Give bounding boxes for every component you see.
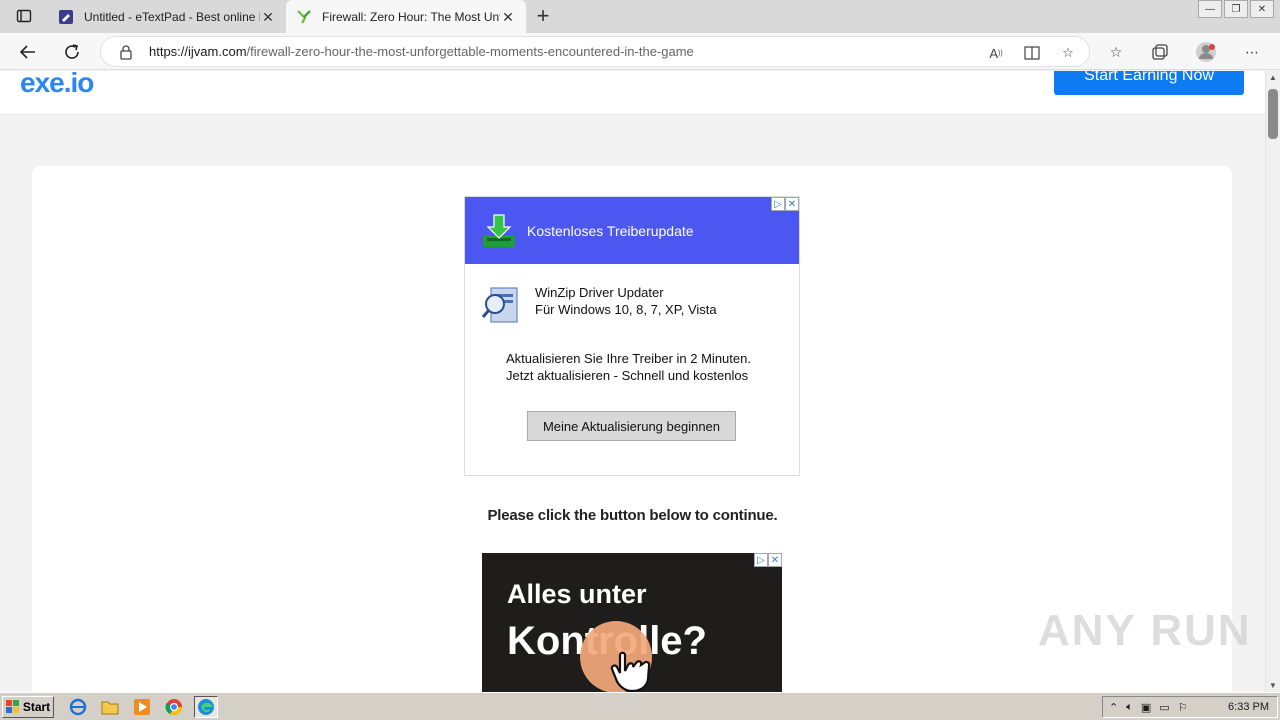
etextpad-favicon-icon	[58, 9, 74, 25]
favorites-icon: ☆	[1109, 43, 1123, 60]
tab-actions-icon	[16, 9, 32, 23]
tab-title: Untitled - eTextPad - Best online Note	[84, 9, 260, 24]
browser-toolbar: https://ijvam.com/firewall-zero-hour-the…	[0, 33, 1280, 70]
window-controls: — ❐ ✕	[1196, 0, 1274, 18]
restore-button[interactable]: ❐	[1224, 0, 1248, 18]
driver-update-ad[interactable]: Kostenloses Treiberupdate ▷ ✕ WinZip Dri…	[464, 196, 800, 476]
display-icon[interactable]: ▭	[1159, 701, 1169, 714]
windows-taskbar: Start ⌃ 🔈︎ ▣ ▭ ⚐ 6:33 PM	[0, 692, 1280, 720]
media-player-icon[interactable]	[130, 696, 154, 718]
network-icon[interactable]: ▣	[1141, 701, 1151, 714]
ad-info-icon[interactable]: ▷	[771, 197, 785, 211]
read-aloud-icon[interactable]: A))	[985, 42, 1007, 64]
quick-launch	[66, 695, 218, 718]
minimize-button[interactable]: —	[1198, 0, 1222, 18]
anyrun-watermark: ANY RUN	[1038, 606, 1252, 656]
ad-product: WinZip Driver Updater Für Windows 10, 8,…	[465, 264, 799, 326]
ad-choices: ▷ ✕	[754, 553, 782, 567]
address-bar[interactable]: https://ijvam.com/firewall-zero-hour-the…	[100, 36, 1090, 67]
vertical-scrollbar[interactable]: ▲ ▼	[1265, 71, 1280, 692]
ad-description: Aktualisieren Sie Ihre Treiber in 2 Minu…	[506, 350, 799, 384]
lock-icon[interactable]	[111, 44, 141, 60]
url-text: https://ijvam.com/firewall-zero-hour-the…	[149, 44, 694, 59]
ad-description-line: Aktualisieren Sie Ihre Treiber in 2 Minu…	[506, 351, 751, 366]
refresh-button[interactable]	[58, 38, 86, 66]
clock: 6:33 PM	[1228, 701, 1269, 713]
back-button[interactable]	[14, 38, 42, 66]
browser-tab-bar: Untitled - eTextPad - Best online Note ✕…	[0, 0, 1280, 33]
close-tab-icon[interactable]: ✕	[260, 9, 276, 25]
start-label: Start	[22, 699, 51, 714]
address-bar-actions: A)) ☆	[985, 42, 1079, 64]
back-arrow-icon	[19, 45, 35, 59]
winzip-driver-updater-icon	[481, 287, 518, 323]
tab-etextpad[interactable]: Untitled - eTextPad - Best online Note ✕	[48, 0, 286, 33]
tab-actions-button[interactable]	[8, 5, 40, 27]
edge-taskbar-icon[interactable]	[194, 695, 218, 718]
add-favorite-icon[interactable]: ☆	[1057, 42, 1079, 64]
ad-choices: ▷ ✕	[771, 197, 799, 211]
folder-icon[interactable]	[98, 696, 122, 718]
download-icon	[483, 213, 515, 247]
url-host: https://ijvam.com	[149, 44, 247, 59]
ad-description-line: Jetzt aktualisieren - Schnell und kosten…	[506, 368, 749, 383]
new-tab-button[interactable]: +	[530, 4, 556, 30]
ad-close-icon[interactable]: ✕	[768, 553, 782, 567]
refresh-icon	[65, 44, 79, 59]
start-button[interactable]: Start	[2, 695, 54, 718]
ad-info-icon[interactable]: ▷	[754, 553, 768, 567]
tab-title: Firewall: Zero Hour: The Most Unforgetta…	[322, 9, 500, 24]
control-ad[interactable]: ▷ ✕ Alles unter Kontrolle?	[482, 553, 782, 692]
site-header: exe.io Start Earning Now	[0, 71, 1265, 115]
flag-icon[interactable]: ⚐	[1178, 701, 1188, 714]
immersive-reader-icon[interactable]	[1021, 42, 1043, 64]
volume-icon[interactable]: 🔈︎	[1126, 701, 1133, 714]
url-path: /firewall-zero-hour-the-most-unforgettab…	[246, 44, 694, 59]
tray-expand-icon[interactable]: ⌃	[1109, 701, 1118, 714]
ad-product-text: WinZip Driver Updater Für Windows 10, 8,…	[535, 284, 717, 318]
scrollbar-thumb[interactable]	[1268, 89, 1278, 139]
system-tray: ⌃ 🔈︎ ▣ ▭ ⚐ 6:33 PM	[1102, 696, 1278, 718]
hand-cursor-icon	[610, 651, 651, 692]
ad-product-subtitle: Für Windows 10, 8, 7, XP, Vista	[535, 302, 717, 317]
windows-logo-icon	[5, 699, 19, 713]
start-update-button[interactable]: Meine Aktualisierung beginnen	[527, 411, 736, 441]
avatar	[1196, 42, 1216, 62]
favorites-button[interactable]: ☆	[1102, 38, 1130, 66]
ad-header-title: Kostenloses Treiberupdate	[527, 222, 694, 239]
settings-menu-button[interactable]: ⋯	[1238, 38, 1266, 66]
scroll-down-icon[interactable]: ▼	[1269, 681, 1277, 690]
continue-instruction: Please click the button below to continu…	[487, 507, 778, 524]
start-earning-button[interactable]: Start Earning Now	[1054, 71, 1244, 95]
ad-product-name: WinZip Driver Updater	[535, 285, 664, 300]
close-window-button[interactable]: ✕	[1250, 0, 1274, 18]
collections-button[interactable]	[1146, 38, 1174, 66]
collections-icon	[1152, 44, 1168, 60]
site-logo[interactable]: exe.io	[20, 71, 94, 99]
ad-header: Kostenloses Treiberupdate	[465, 197, 799, 264]
chrome-icon[interactable]	[162, 696, 186, 718]
tab-firewall[interactable]: Firewall: Zero Hour: The Most Unforgetta…	[286, 0, 526, 33]
page-viewport: exe.io Start Earning Now Kostenloses Tre…	[0, 71, 1265, 692]
ie-icon[interactable]	[66, 696, 90, 718]
ad-close-icon[interactable]: ✕	[785, 197, 799, 211]
watermark-text: ANY RUN	[1038, 606, 1252, 655]
more-icon: ⋯	[1245, 43, 1259, 60]
site-favicon-icon	[296, 9, 312, 25]
scroll-up-icon[interactable]: ▲	[1269, 73, 1277, 82]
profile-button[interactable]	[1192, 38, 1220, 66]
ad-headline-line1: Alles unter	[507, 579, 647, 609]
close-tab-icon[interactable]: ✕	[500, 9, 516, 25]
